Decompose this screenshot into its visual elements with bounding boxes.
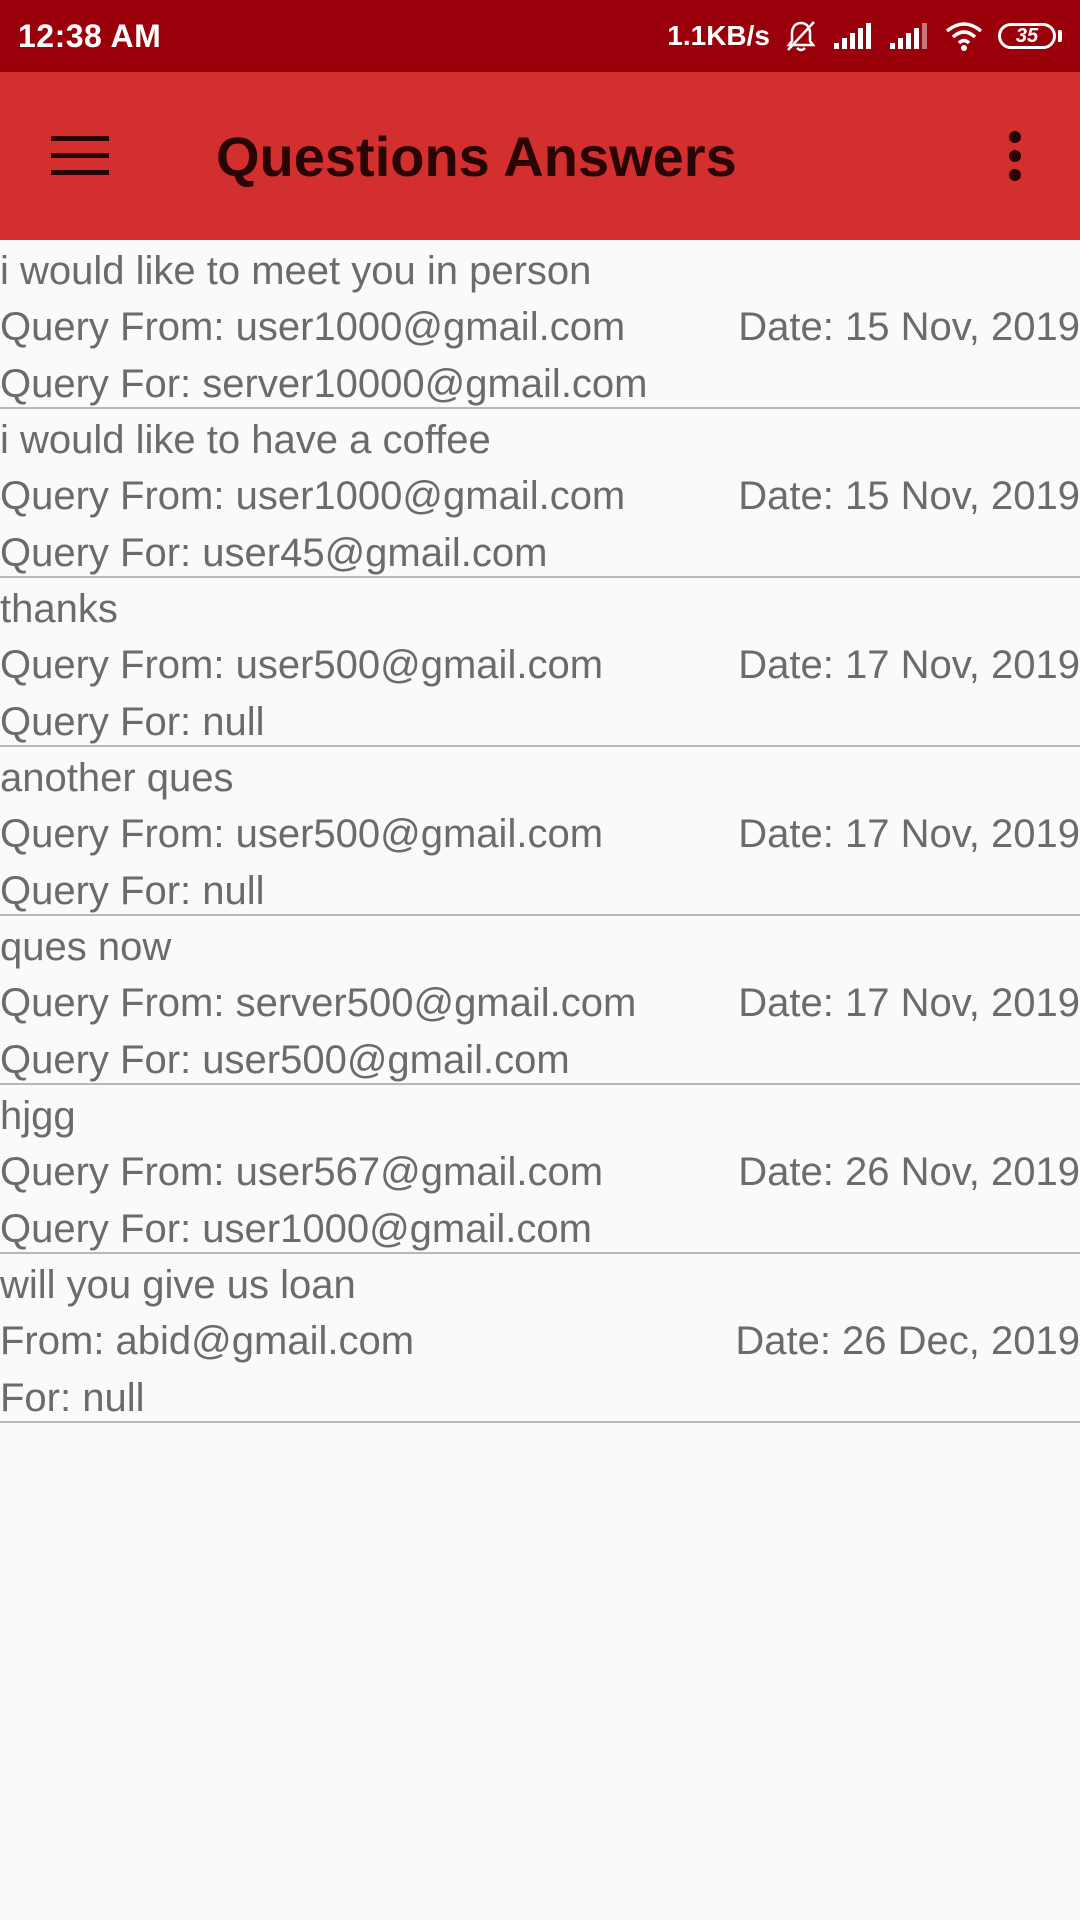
query-from: Query From: user500@gmail.com [0,812,604,856]
more-vert-icon[interactable] [990,116,1040,196]
status-time: 12:38 AM [18,17,162,54]
status-icons: 1.1KB/s 35 [667,19,1062,53]
list-item[interactable]: thanks Query From: user500@gmail.com Date… [0,578,1080,747]
bell-muted-icon [784,19,818,53]
hamburger-menu-icon[interactable] [40,116,120,196]
status-bar: 12:38 AM 1.1KB/s 35 [0,0,1080,72]
wifi-icon [944,20,984,52]
query-date: Date: 26 Nov, 2019 [738,1150,1080,1194]
query-for: Query For: null [0,869,265,913]
query-date: Date: 26 Dec, 2019 [735,1319,1080,1363]
query-from: Query From: user500@gmail.com [0,643,604,687]
query-for: Query For: user500@gmail.com [0,1038,570,1082]
query-from: From: abid@gmail.com [0,1319,415,1363]
list-item[interactable]: hjgg Query From: user567@gmail.com Date: … [0,1085,1080,1254]
signal-icon [888,21,930,51]
query-for: For: null [0,1376,145,1420]
question-text: ques now [0,925,172,969]
query-date: Date: 17 Nov, 2019 [738,812,1080,856]
page-title: Questions Answers [216,125,737,188]
question-text: i would like to have a coffee [0,418,491,462]
query-date: Date: 15 Nov, 2019 [738,305,1080,349]
query-date: Date: 15 Nov, 2019 [738,474,1080,518]
question-text: hjgg [0,1094,76,1138]
list-item[interactable]: another ques Query From: user500@gmail.c… [0,747,1080,916]
list-item[interactable]: i would like to meet you in person Query… [0,240,1080,409]
network-speed: 1.1KB/s [667,20,770,51]
query-date: Date: 17 Nov, 2019 [738,643,1080,687]
list-item[interactable]: will you give us loan From: abid@gmail.c… [0,1254,1080,1423]
query-from: Query From: user1000@gmail.com [0,305,626,349]
signal-icon [832,21,874,51]
question-text: i would like to meet you in person [0,249,592,293]
query-for: Query For: user1000@gmail.com [0,1207,592,1251]
query-from: Query From: server500@gmail.com [0,981,637,1025]
list-item[interactable]: ques now Query From: server500@gmail.com… [0,916,1080,1085]
query-for: Query For: user45@gmail.com [0,531,548,575]
battery-icon: 35 [998,23,1062,49]
query-from: Query From: user1000@gmail.com [0,474,626,518]
question-text: another ques [0,756,234,800]
query-for: Query For: server10000@gmail.com [0,362,648,406]
question-text: will you give us loan [0,1263,356,1307]
query-date: Date: 17 Nov, 2019 [738,981,1080,1025]
query-list: i would like to meet you in person Query… [0,240,1080,1423]
battery-level: 35 [998,23,1056,49]
list-item[interactable]: i would like to have a coffee Query From… [0,409,1080,578]
query-from: Query From: user567@gmail.com [0,1150,604,1194]
app-bar: Questions Answers [0,72,1080,240]
question-text: thanks [0,587,118,631]
query-for: Query For: null [0,700,265,744]
